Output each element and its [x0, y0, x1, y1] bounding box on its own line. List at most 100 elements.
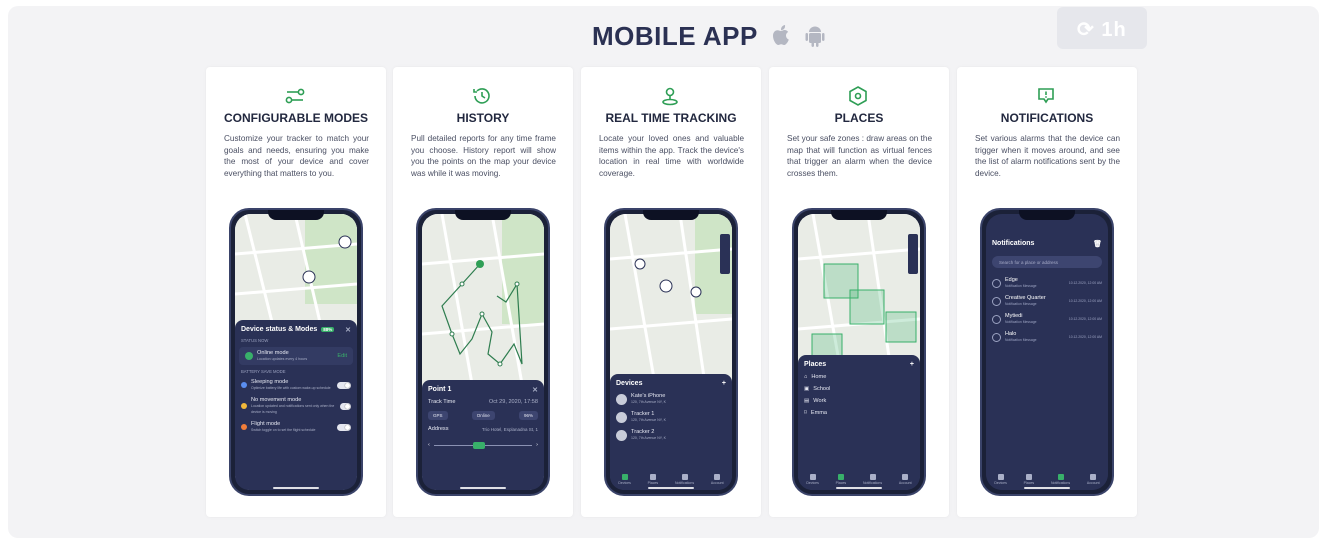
card-title: NOTIFICATIONS — [1000, 111, 1094, 125]
home-icon: ⌂ — [804, 374, 808, 380]
time-slider[interactable]: ‹ › — [422, 439, 544, 451]
nav-places[interactable]: Places — [648, 473, 658, 485]
slider-thumb[interactable] — [473, 441, 486, 449]
place-item[interactable]: ▣ School — [798, 383, 920, 395]
chips-row: GPS Online 96% — [422, 408, 544, 423]
notification-item[interactable]: Mytiedi Notification Message 10.12.2020, … — [986, 310, 1108, 328]
mode-toggle[interactable] — [337, 381, 351, 389]
chevron-left-icon[interactable]: ‹ — [428, 442, 430, 448]
online-mode-label: Online mode — [257, 350, 289, 356]
notification-item[interactable]: Edge Notification Message 10.12.2020, 12:… — [986, 274, 1108, 292]
close-icon[interactable]: ✕ — [532, 386, 538, 394]
mode-row[interactable]: No movement mode Location updated and not… — [235, 394, 357, 418]
device-status-panel: Device status & Modes 88% ✕ STATUS NOW O… — [235, 320, 357, 490]
search-input[interactable]: Search for a place or address — [992, 256, 1102, 268]
address-row: Address Trio Hotel, Esplanadna St, 1 — [422, 423, 544, 435]
android-icon — [805, 26, 825, 47]
card-title: REAL TIME TRACKING — [605, 111, 737, 125]
mode-toggle[interactable] — [337, 423, 351, 431]
phone-mockup: Notifications 🗑 Search for a place or ad… — [980, 208, 1114, 496]
home-indicator — [460, 487, 506, 489]
mode-toggle[interactable] — [340, 402, 351, 410]
nav-places[interactable]: Places — [1024, 473, 1034, 485]
moon-icon — [241, 382, 247, 388]
mode-row[interactable]: Sleeping mode Optimize battery life with … — [235, 376, 357, 394]
notifications-screen: Notifications 🗑 Search for a place or ad… — [986, 214, 1108, 490]
card-description: Set various alarms that the device can t… — [975, 134, 1120, 178]
device-name: Tracker 2 — [631, 429, 655, 435]
phone-notch — [455, 210, 511, 220]
feature-card-places: PLACES Set your safe zones : draw areas … — [769, 67, 949, 517]
nav-account[interactable]: Account — [1087, 473, 1100, 485]
mode-sub: Switch toggle on to set the flight sched… — [251, 428, 316, 432]
page-title: MOBILE APP — [592, 20, 758, 51]
mode-sub: Location updated and notifications sent … — [251, 404, 335, 414]
address-label: Address — [428, 426, 449, 432]
place-item[interactable]: ▤ Work — [798, 395, 920, 407]
feature-card-configurable-modes: CONFIGURABLE MODES Customize your tracke… — [206, 67, 386, 517]
online-mode-row[interactable]: Online mode Location updates every 4 hour… — [239, 347, 353, 365]
work-icon: ▤ — [804, 398, 810, 404]
add-icon[interactable]: + — [722, 380, 726, 387]
user-icon — [714, 473, 721, 480]
nav-notifications[interactable]: Notifications — [1051, 473, 1070, 485]
device-name: Tracker 1 — [631, 411, 655, 417]
alert-icon — [1038, 88, 1054, 104]
home-indicator — [273, 487, 319, 489]
nav-notifications[interactable]: Notifications — [675, 473, 694, 485]
device-item[interactable]: Kate's iPhone 120, 7th Avenue NY, K — [610, 390, 732, 408]
devices-icon — [809, 473, 816, 480]
nav-devices[interactable]: Devices — [806, 473, 819, 485]
chevron-right-icon[interactable]: › — [536, 442, 538, 448]
phone-notch — [268, 210, 324, 220]
home-indicator — [648, 487, 694, 489]
phone-mockup: Device status & Modes 88% ✕ STATUS NOW O… — [229, 208, 363, 496]
nav-devices[interactable]: Devices — [618, 473, 631, 485]
place-item[interactable]: ⌑ Emma — [798, 407, 920, 419]
card-description: Locate your loved ones and valuable item… — [599, 134, 744, 178]
mode-name: Sleeping mode — [251, 379, 289, 385]
device-name: Kate's iPhone — [631, 393, 666, 399]
nav-places[interactable]: Places — [836, 473, 846, 485]
phone-mockup: Point 1 ✕ Track Time Oct 29, 2020, 17:58… — [416, 208, 550, 496]
avatar — [616, 429, 627, 441]
device-item[interactable]: Tracker 1 120, 7th Avenue NY, K — [610, 408, 732, 426]
point-details-panel: Point 1 ✕ Track Time Oct 29, 2020, 17:58… — [422, 380, 544, 490]
mode-row[interactable]: Flight mode Switch toggle on to set the f… — [235, 418, 357, 436]
places-icon — [837, 473, 844, 480]
page-heading: MOBILE APP — [592, 18, 826, 54]
notification-item[interactable]: Creative Quarter Notification Message 10.… — [986, 292, 1108, 310]
nav-account[interactable]: Account — [899, 473, 912, 485]
devices-panel: Devices + Kate's iPhone 120, 7th Avenue N… — [610, 374, 732, 490]
address-value: Trio Hotel, Esplanadna St, 1 — [481, 426, 538, 432]
feature-card-notifications: NOTIFICATIONS Set various alarms that th… — [957, 67, 1137, 517]
edit-link[interactable]: Edit — [337, 353, 347, 359]
places-panel: Places + ⌂ Home ▣ School ▤ Work ⌑ Emma Devic… — [798, 355, 920, 490]
home-indicator — [836, 487, 882, 489]
avatar — [616, 393, 627, 405]
online-dot-icon — [245, 352, 253, 360]
notification-item[interactable]: Halo Notification Message 10.12.2020, 12:… — [986, 328, 1108, 346]
mode-name: Flight mode — [251, 421, 281, 427]
home-indicator — [1024, 487, 1070, 489]
close-icon[interactable]: ✕ — [345, 326, 351, 334]
bell-icon — [1057, 473, 1064, 480]
avatar — [616, 411, 627, 423]
panel-title: Device status & Modes — [241, 326, 318, 333]
school-icon: ▣ — [804, 386, 810, 392]
feature-card-real-time-tracking: REAL TIME TRACKING Locate your loved one… — [581, 67, 761, 517]
add-icon[interactable]: + — [910, 361, 914, 368]
device-address: 120, 7th Avenue NY, K — [631, 436, 666, 440]
device-address: 120, 7th Avenue NY, K — [631, 418, 666, 422]
track-time-row: Track Time Oct 29, 2020, 17:58 — [422, 396, 544, 408]
phone-notch — [643, 210, 699, 220]
nav-account[interactable]: Account — [711, 473, 724, 485]
nav-notifications[interactable]: Notifications — [863, 473, 882, 485]
trash-icon[interactable]: 🗑 — [1093, 240, 1102, 248]
user-icon — [902, 473, 909, 480]
plane-icon — [241, 424, 247, 430]
place-item[interactable]: ⌂ Home — [798, 371, 920, 383]
nav-devices[interactable]: Devices — [994, 473, 1007, 485]
devices-icon — [997, 473, 1004, 480]
device-item[interactable]: Tracker 2 120, 7th Avenue NY, K — [610, 426, 732, 444]
